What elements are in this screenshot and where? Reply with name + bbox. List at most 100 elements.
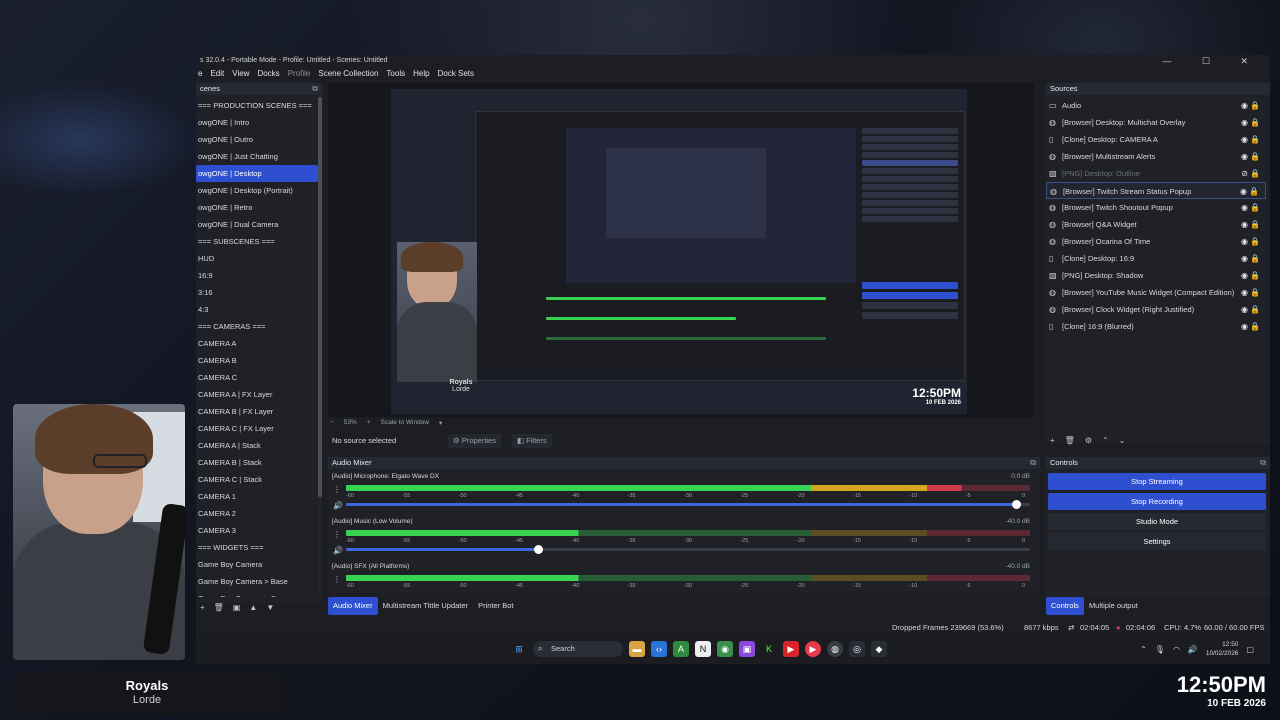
lock-icon[interactable]: 🔒 — [1250, 97, 1260, 114]
obs-icon[interactable]: ◍ — [827, 641, 843, 657]
microphone-icon[interactable]: 🎙 — [1155, 645, 1165, 654]
menu-docks[interactable]: Docks — [257, 67, 279, 81]
menu-dock-sets[interactable]: Dock Sets — [438, 67, 474, 81]
dock-float-icon[interactable]: ⧉ — [312, 83, 318, 95]
scene-item[interactable]: CAMERA A — [196, 335, 318, 352]
add-icon[interactable]: + — [1050, 436, 1055, 445]
scenes-scrollbar[interactable] — [318, 97, 322, 597]
eye-icon[interactable]: ◉ — [1241, 148, 1248, 165]
scene-item[interactable]: owgONE | Dual Camera — [196, 216, 318, 233]
filters-button[interactable]: ◧ Filters — [512, 434, 552, 448]
menu-scene-collection[interactable]: Scene Collection — [318, 67, 378, 81]
scene-item[interactable]: CAMERA B | Stack — [196, 454, 318, 471]
windows-start-icon[interactable]: ⊞ — [511, 641, 527, 657]
taskbar-clock[interactable]: 12:50 10/02/2026 — [1206, 640, 1239, 658]
window-controls[interactable]: — ☐ ✕ — [1162, 55, 1262, 67]
scene-item[interactable]: 3:16 — [196, 284, 318, 301]
scene-item[interactable]: owgONE | Intro — [196, 114, 318, 131]
notion-icon[interactable]: N — [695, 641, 711, 657]
scene-item[interactable]: CAMERA 3 — [196, 522, 318, 539]
gear-icon[interactable]: ⚙ — [1085, 436, 1092, 445]
scene-item[interactable]: 16:9 — [196, 267, 318, 284]
studio-mode-button[interactable]: Studio Mode — [1048, 513, 1266, 530]
lock-icon[interactable]: 🔒 — [1250, 318, 1260, 335]
music-icon[interactable]: ▶ — [805, 641, 821, 657]
source-item[interactable]: ◍ [Browser] YouTube Music Widget (Compact… — [1046, 284, 1266, 301]
scene-item[interactable]: === CAMERAS === — [196, 318, 318, 335]
scene-item[interactable]: owgONE | Outro — [196, 131, 318, 148]
scene-item[interactable]: CAMERA B | FX Layer — [196, 403, 318, 420]
scene-item[interactable]: CAMERA A | Stack — [196, 437, 318, 454]
network-icon[interactable]: ◠ — [1173, 645, 1180, 654]
scene-item[interactable]: Game Boy Camera > Base — [196, 573, 318, 590]
source-item[interactable]: ▯ [Clone] Desktop: CAMERA A ◉ 🔒 — [1046, 131, 1266, 148]
move-down-icon[interactable]: ⌄ — [1119, 436, 1126, 445]
lock-icon[interactable]: 🔒 — [1250, 233, 1260, 250]
eye-hidden-icon[interactable]: ⊘ — [1241, 165, 1248, 182]
app-icon[interactable]: ◆ — [871, 641, 887, 657]
volume-slider-knob[interactable] — [533, 545, 543, 554]
eye-icon[interactable]: ◉ — [1241, 250, 1248, 267]
scene-item[interactable]: 4:3 — [196, 301, 318, 318]
eye-icon[interactable]: ◉ — [1241, 284, 1248, 301]
source-item[interactable]: ◍ [Browser] Twitch Stream Status Popup ◉ 🔒 — [1046, 182, 1266, 199]
scene-item[interactable]: CAMERA A | FX Layer — [196, 386, 318, 403]
lock-icon[interactable]: 🔒 — [1250, 131, 1260, 148]
tab-controls[interactable]: Controls — [1046, 597, 1084, 615]
properties-button[interactable]: ⚙ Properties — [448, 434, 501, 448]
channel-menu-icon[interactable]: ⋮ — [333, 485, 341, 494]
scene-item[interactable]: CAMERA B — [196, 352, 318, 369]
scenes-scrollbar-thumb[interactable] — [318, 97, 322, 497]
notification-icon[interactable]: ▢ — [1246, 645, 1254, 654]
eye-icon[interactable]: ◉ — [1241, 97, 1248, 114]
preview-canvas[interactable]: Royals Lorde 12:50PM 10 FEB 2026 — [391, 89, 967, 414]
source-item[interactable]: ▧ [PNG] Desktop: Shadow ◉ 🔒 — [1046, 267, 1266, 284]
eye-icon[interactable]: ◉ — [1241, 114, 1248, 131]
lock-icon[interactable]: 🔒 — [1250, 267, 1260, 284]
eye-icon[interactable]: ◉ — [1241, 301, 1248, 318]
taskbar-search[interactable]: ⌕ Search — [533, 641, 623, 657]
lock-icon[interactable]: 🔒 — [1250, 199, 1260, 216]
source-item[interactable]: ◍ [Browser] Q&A Widget ◉ 🔒 — [1046, 216, 1266, 233]
dock-float-icon[interactable]: ⧉ — [1030, 457, 1036, 469]
tab-printer-bot[interactable]: Printer Bot — [473, 597, 518, 615]
scene-item[interactable]: === PRODUCTION SCENES === — [196, 97, 318, 114]
lock-icon[interactable]: 🔒 — [1250, 216, 1260, 233]
settings-button[interactable]: Settings — [1048, 533, 1266, 550]
menu-profile[interactable]: Profile — [288, 67, 311, 81]
lock-icon[interactable]: 🔒 — [1250, 165, 1260, 182]
scene-item[interactable]: owgONE | Desktop (Portrait) — [196, 182, 318, 199]
source-item[interactable]: ◍ [Browser] Ocarina Of Time ◉ 🔒 — [1046, 233, 1266, 250]
menu-file[interactable]: e — [198, 67, 202, 81]
eye-icon[interactable]: ◉ — [1241, 318, 1248, 335]
volume-slider-knob[interactable] — [1012, 500, 1022, 509]
tab-multiple-output[interactable]: Multiple output — [1084, 597, 1143, 615]
eye-icon[interactable]: ◉ — [1241, 267, 1248, 284]
source-item[interactable]: ▧ [PNG] Desktop: Outline ⊘ 🔒 — [1046, 165, 1266, 182]
kick-icon[interactable]: K — [761, 641, 777, 657]
volume-icon[interactable]: 🔊 — [333, 501, 343, 510]
scene-item[interactable]: CAMERA C — [196, 369, 318, 386]
stop-streaming-button[interactable]: Stop Streaming — [1048, 473, 1266, 490]
dock-float-icon[interactable]: ⧉ — [1260, 457, 1266, 469]
menu-tools[interactable]: Tools — [386, 67, 405, 81]
trash-icon[interactable]: 🗑 — [214, 603, 224, 619]
source-item[interactable]: ▯ [Clone] Desktop: 16:9 ◉ 🔒 — [1046, 250, 1266, 267]
eye-icon[interactable]: ◉ — [1241, 216, 1248, 233]
volume-slider[interactable] — [346, 500, 1030, 509]
scene-item[interactable]: Game Boy Camera — [196, 556, 318, 573]
source-item[interactable]: ▯ [Clone] 16:9 (Blurred) ◉ 🔒 — [1046, 318, 1266, 335]
chrome-icon[interactable]: ◉ — [717, 641, 733, 657]
scene-item[interactable]: === WIDGETS === — [196, 539, 318, 556]
move-up-icon[interactable]: ▲ — [249, 603, 257, 619]
lock-icon[interactable]: 🔒 — [1250, 301, 1260, 318]
menu-edit[interactable]: Edit — [210, 67, 224, 81]
eye-icon[interactable]: ◉ — [1241, 233, 1248, 250]
twitch-icon[interactable]: ▣ — [739, 641, 755, 657]
eye-icon[interactable]: ◉ — [1241, 199, 1248, 216]
menu-view[interactable]: View — [232, 67, 249, 81]
scene-item[interactable]: owgONE | Desktop — [196, 165, 318, 182]
source-item[interactable]: ◍ [Browser] Twitch Shoutout Popup ◉ 🔒 — [1046, 199, 1266, 216]
move-up-icon[interactable]: ⌃ — [1102, 436, 1109, 445]
filter-icon[interactable]: ▣ — [233, 603, 241, 619]
